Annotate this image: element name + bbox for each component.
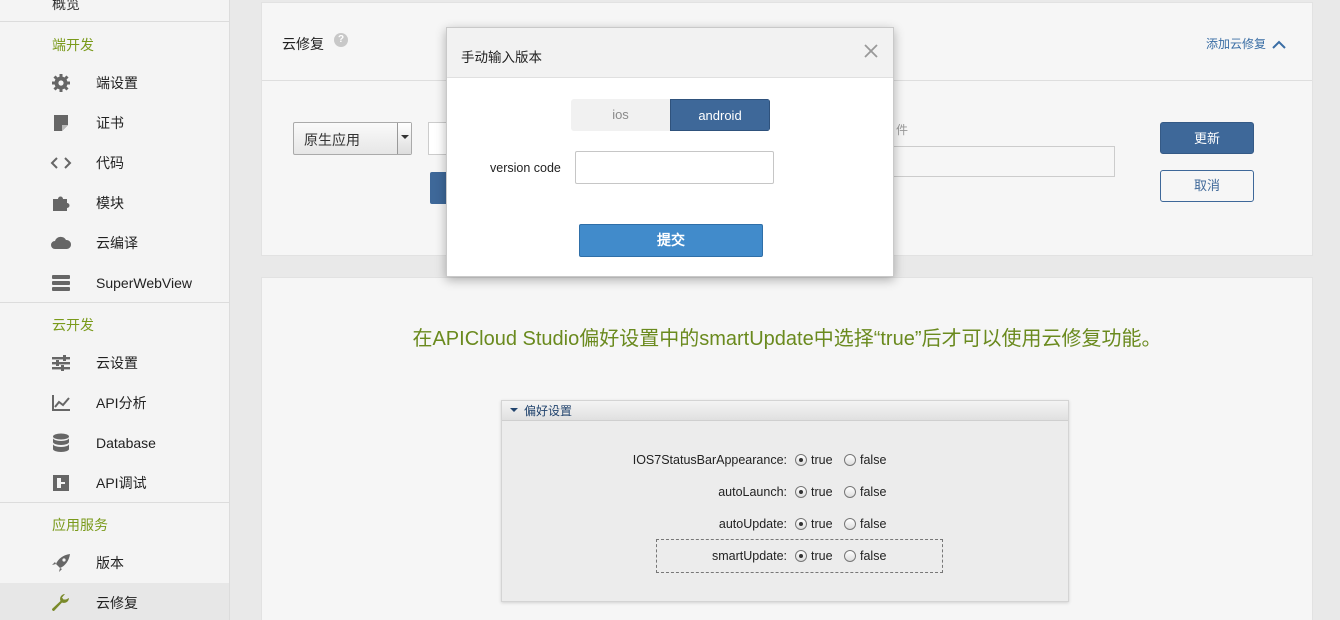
radio-false-label: false — [860, 517, 887, 531]
sidebar-item-label: 证书 — [96, 115, 124, 131]
sidebar-item-label: 云设置 — [96, 355, 138, 371]
sidebar-item-label: API调试 — [96, 475, 147, 491]
help-icon[interactable]: ? — [334, 33, 348, 47]
wrench-icon — [50, 593, 72, 613]
app-type-select[interactable]: 原生应用 — [293, 122, 412, 155]
sidebar-item-cloud-compile[interactable]: 云编译 — [0, 223, 229, 263]
app-type-select-value: 原生应用 — [304, 132, 360, 148]
file-input[interactable] — [872, 146, 1115, 177]
pref-key: smartUpdate: — [711, 549, 787, 563]
sidebar-item-code[interactable]: 代码 — [0, 143, 229, 183]
sidebar-item-label: 代码 — [96, 155, 124, 171]
radio-false — [844, 518, 856, 530]
notice-text: 在APICloud Studio偏好设置中的smartUpdate中选择“tru… — [412, 328, 1162, 350]
sidebar-item-api-analytics[interactable]: API分析 — [0, 383, 229, 423]
dialog-header: 手动输入版本 — [447, 28, 893, 78]
version-code-input[interactable] — [575, 151, 774, 184]
certificate-icon — [50, 113, 72, 133]
platform-toggle: ios android — [571, 99, 770, 131]
preferences-image: 偏好设置 IOS7StatusBarAppearance: true false… — [501, 400, 1069, 602]
preferences-title: 偏好设置 — [524, 404, 573, 418]
sidebar-section-title: 端开发 — [52, 37, 94, 53]
sidebar-item-superwebview[interactable]: SuperWebView — [0, 263, 229, 303]
radio-false — [844, 486, 856, 498]
pref-key: autoLaunch: — [718, 485, 787, 499]
dialog-title: 手动输入版本 — [461, 50, 542, 65]
chart-icon — [50, 393, 72, 413]
sidebar-divider — [0, 502, 229, 503]
chevron-down-icon — [397, 123, 411, 154]
manual-version-dialog: 手动输入版本 ios android version code 提交 — [446, 27, 894, 277]
radio-true — [795, 454, 807, 466]
sidebar-divider — [0, 302, 229, 303]
pref-key: IOS7StatusBarAppearance: — [632, 453, 787, 467]
pref-key: autoUpdate: — [718, 517, 787, 531]
radio-true — [795, 486, 807, 498]
submit-button[interactable]: 提交 — [579, 224, 763, 257]
sidebar-item-label: 云编译 — [96, 235, 138, 251]
add-cloud-fix-link[interactable]: 添加云修复 — [1206, 35, 1266, 52]
radio-true-label: true — [811, 453, 833, 467]
radio-true-label: true — [811, 549, 833, 563]
database-icon — [50, 433, 72, 453]
sliders-icon — [50, 353, 72, 373]
radio-true-label: true — [811, 517, 833, 531]
radio-true-label: true — [811, 485, 833, 499]
puzzle-icon — [50, 193, 72, 213]
cancel-button[interactable]: 取消 — [1160, 170, 1254, 202]
close-icon[interactable] — [863, 43, 879, 59]
sidebar-item-version[interactable]: 版本 — [0, 543, 229, 583]
pref-row: smartUpdate: true false — [502, 547, 1070, 567]
radio-true — [795, 550, 807, 562]
sidebar-section-title: 应用服务 — [52, 517, 108, 533]
radio-true — [795, 518, 807, 530]
radio-false-label: false — [860, 549, 887, 563]
sidebar: 概览 端开发 端设置 证书 代码 模块 云编译 SuperWebView 云开发… — [0, 0, 230, 620]
sidebar-section-title: 云开发 — [52, 317, 94, 333]
sidebar-item-label: 端设置 — [96, 75, 138, 91]
platform-ios-button[interactable]: ios — [571, 99, 670, 131]
code-icon — [50, 153, 72, 173]
platform-android-button[interactable]: android — [670, 99, 770, 131]
update-button[interactable]: 更新 — [1160, 122, 1254, 154]
radio-false — [844, 550, 856, 562]
pref-row: IOS7StatusBarAppearance: true false — [502, 451, 1070, 471]
sidebar-item-label: API分析 — [96, 395, 147, 411]
sidebar-item-label: Database — [96, 435, 156, 451]
sidebar-item-endpoint-settings[interactable]: 端设置 — [0, 63, 229, 103]
triangle-down-icon — [510, 408, 518, 416]
sidebar-item-modules[interactable]: 模块 — [0, 183, 229, 223]
sidebar-item-label: SuperWebView — [96, 275, 192, 291]
radio-false-label: false — [860, 453, 887, 467]
sidebar-item-cloud-fix[interactable]: 云修复 — [0, 583, 229, 620]
gear-icon — [50, 73, 72, 93]
preferences-header: 偏好设置 — [502, 401, 1068, 421]
panel-title: 云修复 — [282, 36, 324, 52]
pref-row: autoLaunch: true false — [502, 483, 1070, 503]
sidebar-item-overview[interactable]: 概览 — [0, 0, 229, 22]
sidebar-item-label: 概览 — [52, 0, 80, 12]
smartupdate-notice-panel: 在APICloud Studio偏好设置中的smartUpdate中选择“tru… — [261, 277, 1313, 620]
version-code-label: version code — [490, 161, 561, 175]
sidebar-item-label: 云修复 — [96, 595, 138, 611]
radio-false — [844, 454, 856, 466]
sidebar-item-label: 模块 — [96, 195, 124, 211]
sidebar-item-api-debug[interactable]: API调试 — [0, 463, 229, 503]
sidebar-item-certificate[interactable]: 证书 — [0, 103, 229, 143]
pref-row: autoUpdate: true false — [502, 515, 1070, 535]
field-label: 件 — [896, 123, 909, 137]
cloud-icon — [50, 233, 72, 253]
chevron-up-icon[interactable] — [1272, 37, 1286, 49]
sidebar-item-cloud-settings[interactable]: 云设置 — [0, 343, 229, 383]
sidebar-item-label: 版本 — [96, 555, 124, 571]
sidebar-item-database[interactable]: Database — [0, 423, 229, 463]
rocket-icon — [50, 553, 72, 573]
radio-false-label: false — [860, 485, 887, 499]
debug-icon — [50, 473, 72, 493]
layers-icon — [50, 273, 72, 293]
